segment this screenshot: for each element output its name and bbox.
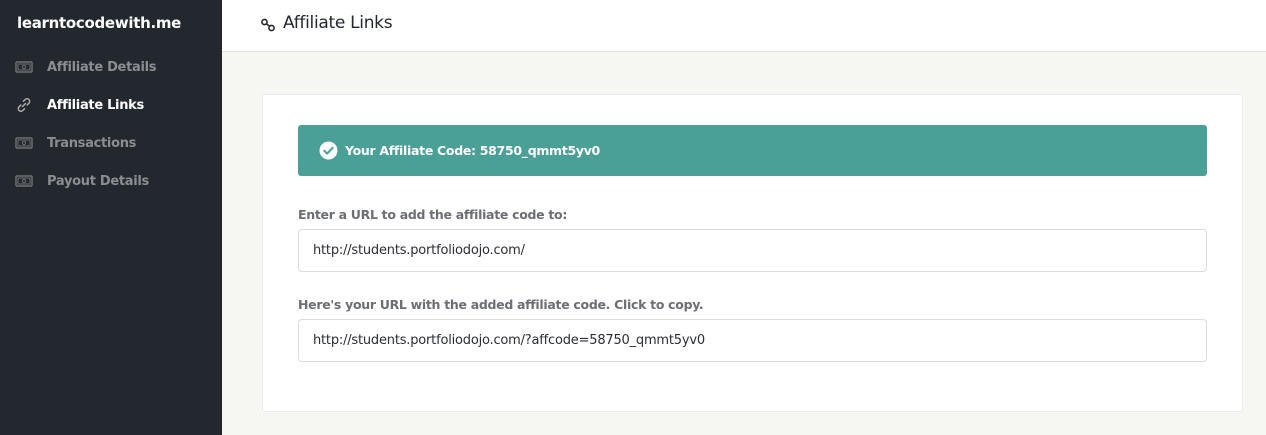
affiliate-code-alert: Your Affiliate Code: 58750_qmmt5yv0 <box>298 125 1207 176</box>
link-icon <box>14 97 34 113</box>
sidebar-item-affiliate-links[interactable]: Affiliate Links <box>0 86 222 124</box>
affiliate-code-value: 58750_qmmt5yv0 <box>479 143 601 158</box>
link-icon <box>260 17 276 33</box>
money-icon <box>14 59 34 75</box>
sidebar-item-label: Transactions <box>47 135 137 151</box>
sidebar: learntocodewith.me Affiliate Details Aff… <box>0 0 222 435</box>
money-icon <box>14 173 34 189</box>
sidebar-item-label: Affiliate Links <box>47 97 144 113</box>
sidebar-nav: Affiliate Details Affiliate Links Transa… <box>0 48 222 200</box>
page-title: Affiliate Links <box>283 13 393 33</box>
sidebar-item-payout-details[interactable]: Payout Details <box>0 162 222 200</box>
result-url-field[interactable] <box>298 319 1207 362</box>
result-url-label: Here's your URL with the added affiliate… <box>298 297 704 312</box>
money-icon <box>14 135 34 151</box>
affiliate-code-label: Your Affiliate Code: <box>345 143 476 158</box>
url-input-label: Enter a URL to add the affiliate code to… <box>298 207 568 222</box>
check-circle-icon <box>319 141 338 160</box>
sidebar-item-transactions[interactable]: Transactions <box>0 124 222 162</box>
url-input[interactable] <box>298 229 1207 272</box>
sidebar-item-affiliate-details[interactable]: Affiliate Details <box>0 48 222 86</box>
brand-logo[interactable]: learntocodewith.me <box>17 14 181 32</box>
sidebar-item-label: Payout Details <box>47 173 149 189</box>
sidebar-item-label: Affiliate Details <box>47 59 157 75</box>
page-header: Affiliate Links <box>222 0 1266 52</box>
